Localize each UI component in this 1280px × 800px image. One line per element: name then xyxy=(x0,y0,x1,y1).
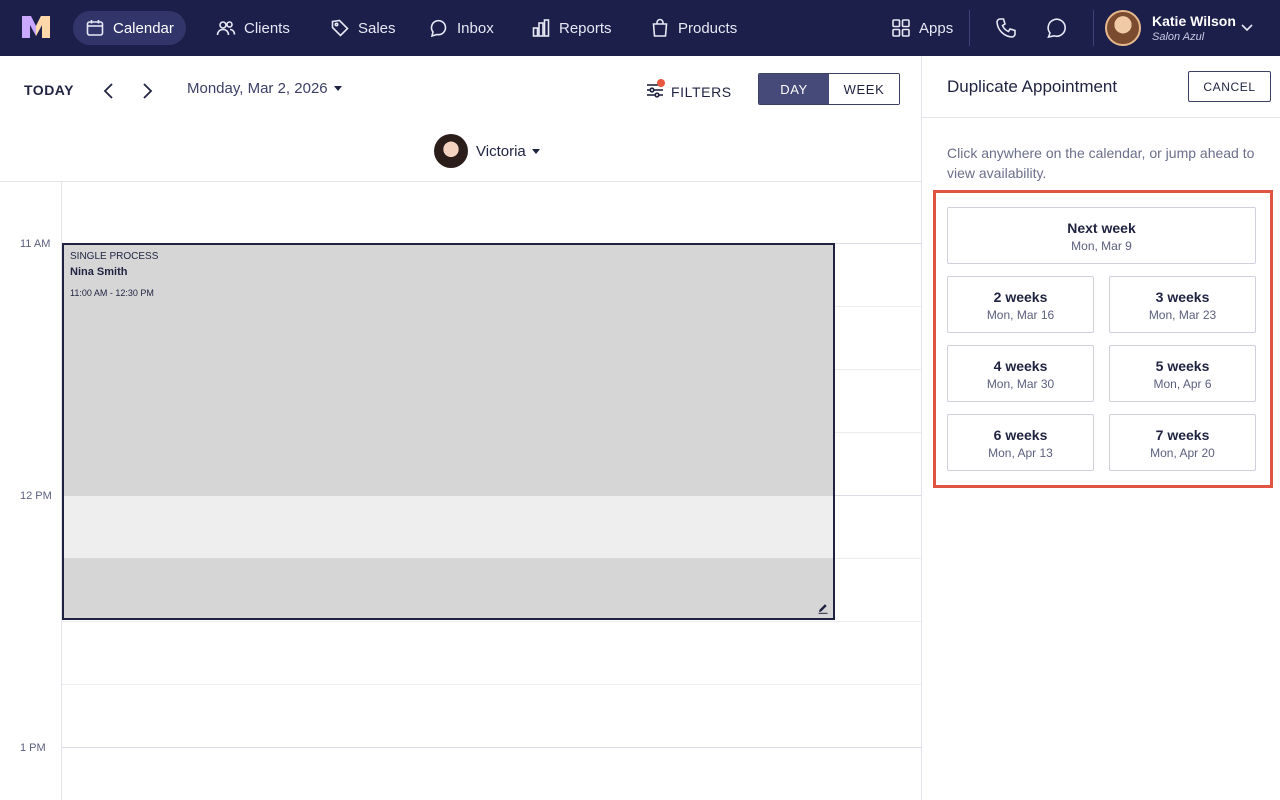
jump-2-weeks-button[interactable]: 2 weeks Mon, Mar 16 xyxy=(947,276,1094,333)
appointment-service: SINGLE PROCESS xyxy=(70,251,159,262)
chevron-left-icon xyxy=(103,83,113,99)
jump-4-weeks-button[interactable]: 4 weeks Mon, Mar 30 xyxy=(947,345,1094,402)
prev-day-button[interactable] xyxy=(98,80,120,102)
top-nav: Calendar Clients Sales Inbox Reports Pro… xyxy=(0,0,1280,56)
jump-label: 5 weeks xyxy=(1155,358,1210,374)
calendar-icon xyxy=(86,20,104,36)
filters-icon-wrap xyxy=(645,79,671,103)
jump-date: Mon, Apr 6 xyxy=(1153,377,1212,391)
panel-description: Click anywhere on the calendar, or jump … xyxy=(947,145,1255,181)
brand-logo-icon[interactable] xyxy=(22,16,50,38)
jump-date: Mon, Mar 30 xyxy=(986,377,1055,391)
quarter-line xyxy=(62,621,921,622)
nav-calendar-label: Calendar xyxy=(113,19,174,37)
quarter-line xyxy=(62,684,921,685)
nav-sales[interactable]: Sales xyxy=(318,11,408,45)
nav-clients-label: Clients xyxy=(244,19,290,37)
jump-next-week-button[interactable]: Next week Mon, Mar 9 xyxy=(947,207,1256,264)
nav-products-label: Products xyxy=(678,19,738,37)
time-label: 1 PM xyxy=(20,742,46,754)
appointment-time: 11:00 AM - 12:30 PM xyxy=(70,288,154,298)
nav-divider xyxy=(969,10,970,46)
user-avatar[interactable] xyxy=(1105,10,1141,46)
time-column: 11 AM 12 PM 1 PM xyxy=(0,182,62,800)
filter-active-dot xyxy=(657,79,665,87)
staff-avatar xyxy=(434,134,468,168)
date-label: Monday, Mar 2, 2026 xyxy=(187,80,328,97)
panel-title: Duplicate Appointment xyxy=(947,77,1118,96)
jump-6-weeks-button[interactable]: 6 weeks Mon, Apr 13 xyxy=(947,414,1094,471)
jump-date: Mon, Mar 9 xyxy=(1071,239,1132,253)
jump-5-weeks-button[interactable]: 5 weeks Mon, Apr 6 xyxy=(1109,345,1256,402)
nav-reports[interactable]: Reports xyxy=(519,11,624,45)
jump-7-weeks-button[interactable]: 7 weeks Mon, Apr 20 xyxy=(1109,414,1256,471)
nav-reports-label: Reports xyxy=(559,19,612,37)
calendar-toolbar: TODAY Monday, Mar 2, 2026 FILTERS DAY WE… xyxy=(0,56,921,182)
time-label: 11 AM xyxy=(20,238,51,250)
cancel-button[interactable]: CANCEL xyxy=(1188,71,1271,102)
phone-icon xyxy=(996,18,1016,38)
chevron-down-icon[interactable] xyxy=(1240,20,1254,34)
time-label: 12 PM xyxy=(20,490,52,502)
calendar-grid[interactable]: 11 AM 12 PM 1 PM SINGLE PROCESS Nina Smi… xyxy=(0,182,921,800)
panel-header: Duplicate Appointment CANCEL xyxy=(922,56,1280,118)
jump-date: Mon, Mar 16 xyxy=(986,308,1055,322)
messages-button[interactable] xyxy=(1045,16,1069,40)
nav-products[interactable]: Products xyxy=(638,11,749,45)
week-view-button[interactable]: WEEK xyxy=(829,74,899,104)
view-toggle: DAY WEEK xyxy=(758,73,900,105)
caret-down-icon xyxy=(531,148,540,154)
staff-name: Victoria xyxy=(476,142,526,160)
nav-clients[interactable]: Clients xyxy=(204,11,302,45)
chat-bubble-icon xyxy=(430,19,447,38)
filters-label: FILTERS xyxy=(671,83,732,100)
nav-apps-label: Apps xyxy=(919,19,954,37)
chevron-right-icon xyxy=(143,83,153,99)
today-button[interactable]: TODAY xyxy=(24,82,74,98)
tag-icon xyxy=(331,19,349,37)
next-day-button[interactable] xyxy=(136,80,158,102)
nav-divider xyxy=(1093,10,1094,46)
nav-inbox[interactable]: Inbox xyxy=(417,11,506,45)
shopping-bag-icon xyxy=(652,18,668,37)
nav-inbox-label: Inbox xyxy=(457,19,494,37)
jump-label: 6 weeks xyxy=(993,427,1048,443)
pencil-icon[interactable] xyxy=(817,602,829,614)
nav-sales-label: Sales xyxy=(358,19,396,37)
jump-label: 3 weeks xyxy=(1155,289,1210,305)
appointment-client: Nina Smith xyxy=(70,266,128,278)
duplicate-panel: Duplicate Appointment CANCEL Click anywh… xyxy=(921,56,1280,800)
jump-label: 2 weeks xyxy=(993,289,1048,305)
message-bubble-icon xyxy=(1047,18,1066,39)
appointment-block[interactable]: SINGLE PROCESS Nina Smith 11:00 AM - 12:… xyxy=(62,243,835,620)
hour-line xyxy=(62,747,921,748)
processing-gap xyxy=(64,496,833,558)
jump-date: Mon, Mar 23 xyxy=(1148,308,1217,322)
phone-button[interactable] xyxy=(994,16,1018,40)
date-picker[interactable]: Monday, Mar 2, 2026 xyxy=(187,80,342,97)
caret-down-icon xyxy=(333,86,342,91)
jump-label: 4 weeks xyxy=(993,358,1048,374)
jump-3-weeks-button[interactable]: 3 weeks Mon, Mar 23 xyxy=(1109,276,1256,333)
users-icon xyxy=(216,21,236,36)
jump-date: Mon, Apr 13 xyxy=(988,446,1053,460)
user-salon: Salon Azul xyxy=(1152,31,1205,43)
staff-selector[interactable]: Victoria xyxy=(434,134,540,168)
user-name[interactable]: Katie Wilson xyxy=(1152,13,1236,29)
filters-button[interactable]: FILTERS xyxy=(645,79,732,103)
nav-apps[interactable]: Apps xyxy=(879,11,965,45)
jump-label: Next week xyxy=(1067,220,1136,236)
bar-chart-icon xyxy=(532,19,550,37)
apps-grid-icon xyxy=(892,19,910,37)
jump-date: Mon, Apr 20 xyxy=(1150,446,1215,460)
day-view-button[interactable]: DAY xyxy=(759,74,829,104)
jump-label: 7 weeks xyxy=(1155,427,1210,443)
nav-calendar[interactable]: Calendar xyxy=(73,11,186,45)
